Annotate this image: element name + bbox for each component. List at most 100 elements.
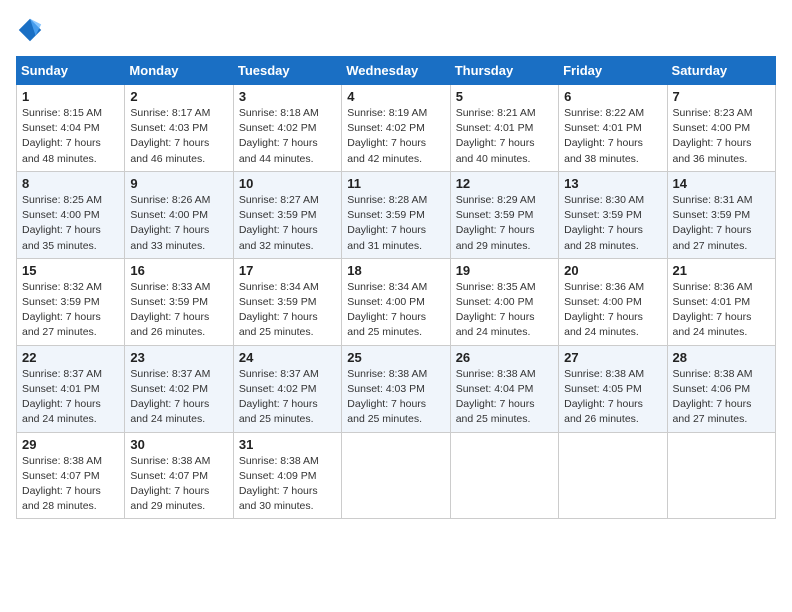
day-info: Sunrise: 8:29 AM Sunset: 3:59 PM Dayligh… [456, 193, 553, 254]
day-number: 12 [456, 176, 553, 191]
calendar-cell-3: 3Sunrise: 8:18 AM Sunset: 4:02 PM Daylig… [233, 85, 341, 172]
day-number: 25 [347, 350, 444, 365]
day-info: Sunrise: 8:26 AM Sunset: 4:00 PM Dayligh… [130, 193, 227, 254]
empty-cell [342, 432, 450, 519]
day-number: 24 [239, 350, 336, 365]
day-number: 16 [130, 263, 227, 278]
col-header-tuesday: Tuesday [233, 57, 341, 85]
calendar-cell-1: 1Sunrise: 8:15 AM Sunset: 4:04 PM Daylig… [17, 85, 125, 172]
day-number: 2 [130, 89, 227, 104]
day-info: Sunrise: 8:25 AM Sunset: 4:00 PM Dayligh… [22, 193, 119, 254]
empty-cell [559, 432, 667, 519]
day-number: 17 [239, 263, 336, 278]
calendar-cell-17: 17 Sunrise: 8:34 AM Sunset: 3:59 PM Dayli… [233, 258, 341, 345]
calendar-cell-27: 27 Sunrise: 8:38 AM Sunset: 4:05 PM Dayli… [559, 345, 667, 432]
day-number: 9 [130, 176, 227, 191]
day-info: Sunrise: 8:37 AM Sunset: 4:02 PM Dayligh… [130, 367, 227, 428]
day-number: 14 [673, 176, 770, 191]
calendar-cell-16: 16 Sunrise: 8:33 AM Sunset: 3:59 PM Dayli… [125, 258, 233, 345]
day-info: Sunrise: 8:38 AM Sunset: 4:07 PM Dayligh… [22, 454, 119, 515]
calendar-cell-30: 30 Sunrise: 8:38 AM Sunset: 4:07 PM Dayli… [125, 432, 233, 519]
calendar-cell-2: 2 Sunrise: 8:17 AM Sunset: 4:03 PM Daylig… [125, 85, 233, 172]
calendar-cell-11: 11 Sunrise: 8:28 AM Sunset: 3:59 PM Dayli… [342, 171, 450, 258]
calendar-cell-9: 9 Sunrise: 8:26 AM Sunset: 4:00 PM Daylig… [125, 171, 233, 258]
calendar-cell-31: 31 Sunrise: 8:38 AM Sunset: 4:09 PM Dayli… [233, 432, 341, 519]
day-number: 27 [564, 350, 661, 365]
day-info: Sunrise: 8:27 AM Sunset: 3:59 PM Dayligh… [239, 193, 336, 254]
day-info: Sunrise: 8:28 AM Sunset: 3:59 PM Dayligh… [347, 193, 444, 254]
day-info: Sunrise: 8:38 AM Sunset: 4:05 PM Dayligh… [564, 367, 661, 428]
day-info: Sunrise: 8:19 AM Sunset: 4:02 PM Dayligh… [347, 106, 444, 167]
day-number: 23 [130, 350, 227, 365]
calendar-cell-22: 22Sunrise: 8:37 AM Sunset: 4:01 PM Dayli… [17, 345, 125, 432]
calendar-cell-14: 14 Sunrise: 8:31 AM Sunset: 3:59 PM Dayli… [667, 171, 775, 258]
calendar-cell-7: 7 Sunrise: 8:23 AM Sunset: 4:00 PM Daylig… [667, 85, 775, 172]
day-info: Sunrise: 8:37 AM Sunset: 4:01 PM Dayligh… [22, 367, 119, 428]
calendar-cell-12: 12 Sunrise: 8:29 AM Sunset: 3:59 PM Dayli… [450, 171, 558, 258]
day-info: Sunrise: 8:23 AM Sunset: 4:00 PM Dayligh… [673, 106, 770, 167]
day-number: 30 [130, 437, 227, 452]
day-info: Sunrise: 8:38 AM Sunset: 4:06 PM Dayligh… [673, 367, 770, 428]
calendar-cell-29: 29 Sunrise: 8:38 AM Sunset: 4:07 PM Dayli… [17, 432, 125, 519]
day-number: 28 [673, 350, 770, 365]
day-number: 15 [22, 263, 119, 278]
calendar-cell-18: 18Sunrise: 8:34 AM Sunset: 4:00 PM Dayli… [342, 258, 450, 345]
day-number: 1 [22, 89, 119, 104]
col-header-saturday: Saturday [667, 57, 775, 85]
day-info: Sunrise: 8:38 AM Sunset: 4:07 PM Dayligh… [130, 454, 227, 515]
day-info: Sunrise: 8:17 AM Sunset: 4:03 PM Dayligh… [130, 106, 227, 167]
calendar-cell-26: 26 Sunrise: 8:38 AM Sunset: 4:04 PM Dayli… [450, 345, 558, 432]
col-header-thursday: Thursday [450, 57, 558, 85]
day-number: 13 [564, 176, 661, 191]
day-info: Sunrise: 8:36 AM Sunset: 4:01 PM Dayligh… [673, 280, 770, 341]
day-info: Sunrise: 8:30 AM Sunset: 3:59 PM Dayligh… [564, 193, 661, 254]
day-info: Sunrise: 8:36 AM Sunset: 4:00 PM Dayligh… [564, 280, 661, 341]
calendar-table: SundayMondayTuesdayWednesdayThursdayFrid… [16, 56, 776, 519]
day-number: 31 [239, 437, 336, 452]
day-number: 7 [673, 89, 770, 104]
day-number: 3 [239, 89, 336, 104]
day-number: 20 [564, 263, 661, 278]
calendar-cell-5: 5 Sunrise: 8:21 AM Sunset: 4:01 PM Daylig… [450, 85, 558, 172]
day-number: 18 [347, 263, 444, 278]
calendar-cell-20: 20 Sunrise: 8:36 AM Sunset: 4:00 PM Dayli… [559, 258, 667, 345]
calendar-cell-23: 23 Sunrise: 8:37 AM Sunset: 4:02 PM Dayli… [125, 345, 233, 432]
day-info: Sunrise: 8:38 AM Sunset: 4:09 PM Dayligh… [239, 454, 336, 515]
calendar-cell-13: 13 Sunrise: 8:30 AM Sunset: 3:59 PM Dayli… [559, 171, 667, 258]
day-number: 4 [347, 89, 444, 104]
calendar-cell-21: 21Sunrise: 8:36 AM Sunset: 4:01 PM Dayli… [667, 258, 775, 345]
day-info: Sunrise: 8:31 AM Sunset: 3:59 PM Dayligh… [673, 193, 770, 254]
calendar-cell-19: 19 Sunrise: 8:35 AM Sunset: 4:00 PM Dayli… [450, 258, 558, 345]
logo [16, 16, 48, 44]
calendar-cell-6: 6 Sunrise: 8:22 AM Sunset: 4:01 PM Daylig… [559, 85, 667, 172]
day-info: Sunrise: 8:21 AM Sunset: 4:01 PM Dayligh… [456, 106, 553, 167]
day-number: 29 [22, 437, 119, 452]
day-info: Sunrise: 8:35 AM Sunset: 4:00 PM Dayligh… [456, 280, 553, 341]
calendar-cell-4: 4 Sunrise: 8:19 AM Sunset: 4:02 PM Daylig… [342, 85, 450, 172]
day-info: Sunrise: 8:34 AM Sunset: 3:59 PM Dayligh… [239, 280, 336, 341]
day-info: Sunrise: 8:38 AM Sunset: 4:04 PM Dayligh… [456, 367, 553, 428]
calendar-cell-28: 28 Sunrise: 8:38 AM Sunset: 4:06 PM Dayli… [667, 345, 775, 432]
col-header-wednesday: Wednesday [342, 57, 450, 85]
day-info: Sunrise: 8:22 AM Sunset: 4:01 PM Dayligh… [564, 106, 661, 167]
day-info: Sunrise: 8:37 AM Sunset: 4:02 PM Dayligh… [239, 367, 336, 428]
col-header-monday: Monday [125, 57, 233, 85]
day-number: 19 [456, 263, 553, 278]
day-info: Sunrise: 8:33 AM Sunset: 3:59 PM Dayligh… [130, 280, 227, 341]
day-number: 26 [456, 350, 553, 365]
empty-cell [450, 432, 558, 519]
col-header-sunday: Sunday [17, 57, 125, 85]
day-number: 10 [239, 176, 336, 191]
day-info: Sunrise: 8:32 AM Sunset: 3:59 PM Dayligh… [22, 280, 119, 341]
calendar-cell-15: 15 Sunrise: 8:32 AM Sunset: 3:59 PM Dayli… [17, 258, 125, 345]
day-info: Sunrise: 8:38 AM Sunset: 4:03 PM Dayligh… [347, 367, 444, 428]
calendar-cell-8: 8 Sunrise: 8:25 AM Sunset: 4:00 PM Daylig… [17, 171, 125, 258]
day-number: 11 [347, 176, 444, 191]
calendar-cell-24: 24 Sunrise: 8:37 AM Sunset: 4:02 PM Dayli… [233, 345, 341, 432]
logo-icon [16, 16, 44, 44]
col-header-friday: Friday [559, 57, 667, 85]
calendar-cell-10: 10 Sunrise: 8:27 AM Sunset: 3:59 PM Dayli… [233, 171, 341, 258]
day-number: 5 [456, 89, 553, 104]
day-number: 6 [564, 89, 661, 104]
day-number: 8 [22, 176, 119, 191]
